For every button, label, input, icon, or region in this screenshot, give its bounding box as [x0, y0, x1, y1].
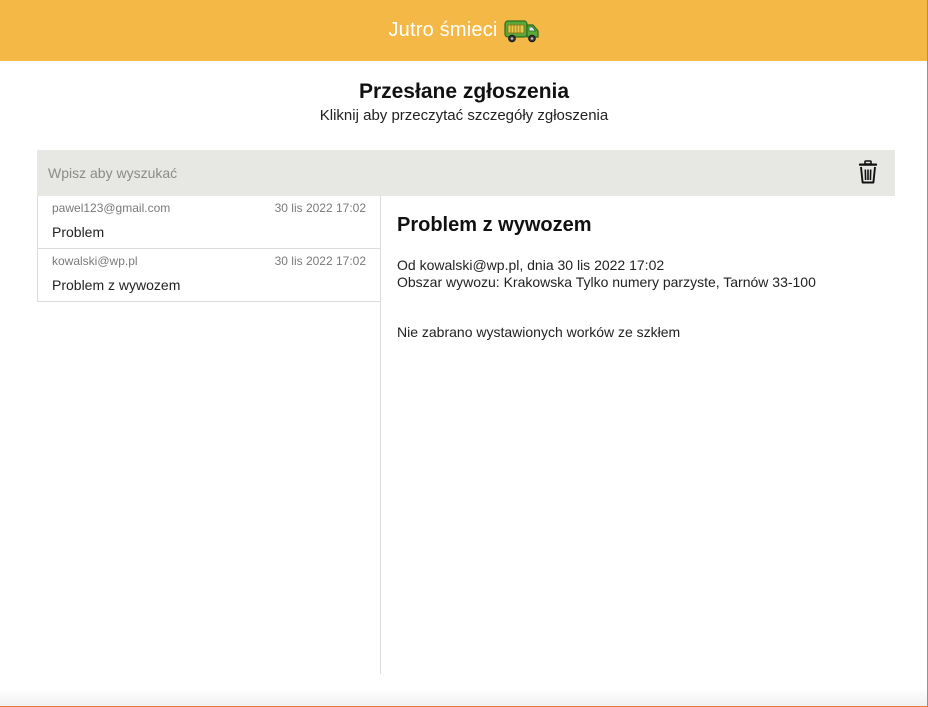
search-input[interactable]: [37, 150, 817, 196]
report-date: 30 lis 2022 17:02: [274, 254, 366, 268]
report-subject: Problem: [52, 224, 105, 240]
detail-title: Problem z wywozem: [397, 214, 592, 236]
list-item[interactable]: pawel123@gmail.com 30 lis 2022 17:02 Pro…: [37, 196, 380, 249]
app-window: Jutro śmieci Przesłane zgłoszenia Klikni…: [0, 0, 928, 707]
report-date: 30 lis 2022 17:02: [274, 201, 366, 215]
search-bar: [37, 150, 895, 196]
list-item[interactable]: kowalski@wp.pl 30 lis 2022 17:02 Problem…: [37, 249, 380, 302]
report-email: kowalski@wp.pl: [52, 254, 138, 268]
report-email: pawel123@gmail.com: [52, 201, 171, 215]
reports-list: pawel123@gmail.com 30 lis 2022 17:02 Pro…: [37, 196, 381, 674]
detail-sender-line: Od kowalski@wp.pl, dnia 30 lis 2022 17:0…: [397, 257, 665, 273]
detail-area-line: Obszar wywozu: Krakowska Tylko numery pa…: [397, 274, 816, 290]
report-subject: Problem z wywozem: [52, 277, 181, 293]
trash-icon[interactable]: [858, 160, 878, 184]
app-title-wrap: Jutro śmieci: [388, 18, 539, 44]
detail-body: Nie zabrano wystawionych worków ze szkłe…: [397, 324, 681, 340]
garbage-truck-icon: [503, 19, 539, 42]
page-title: Przesłane zgłoszenia: [358, 80, 570, 103]
app-header: Jutro śmieci: [0, 0, 927, 61]
app-title: Jutro śmieci: [388, 19, 498, 41]
bottom-edge-shadow: [0, 688, 927, 706]
page-subtitle: Kliknij aby przeczytać szczegóły zgłosze…: [319, 107, 609, 124]
